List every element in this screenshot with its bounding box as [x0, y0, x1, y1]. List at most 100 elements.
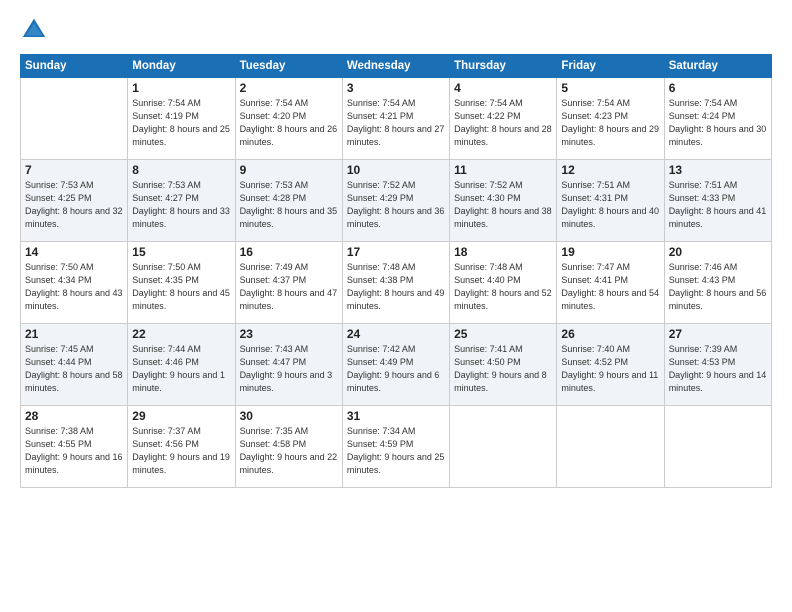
calendar-cell: 1 Sunrise: 7:54 AMSunset: 4:19 PMDaylight… [128, 78, 235, 160]
day-number: 28 [25, 409, 123, 423]
calendar-cell: 2 Sunrise: 7:54 AMSunset: 4:20 PMDaylight… [235, 78, 342, 160]
day-number: 31 [347, 409, 445, 423]
calendar-cell: 22 Sunrise: 7:44 AMSunset: 4:46 PMDayligh… [128, 324, 235, 406]
cell-text: Sunrise: 7:35 AMSunset: 4:58 PMDaylight:… [240, 425, 338, 477]
calendar-cell [557, 406, 664, 488]
cell-text: Sunrise: 7:54 AMSunset: 4:23 PMDaylight:… [561, 97, 659, 149]
day-number: 17 [347, 245, 445, 259]
cell-text: Sunrise: 7:41 AMSunset: 4:50 PMDaylight:… [454, 343, 552, 395]
calendar-cell: 5 Sunrise: 7:54 AMSunset: 4:23 PMDaylight… [557, 78, 664, 160]
page: SundayMondayTuesdayWednesdayThursdayFrid… [0, 0, 792, 612]
calendar-cell: 10 Sunrise: 7:52 AMSunset: 4:29 PMDayligh… [342, 160, 449, 242]
day-number: 6 [669, 81, 767, 95]
calendar-cell: 11 Sunrise: 7:52 AMSunset: 4:30 PMDayligh… [450, 160, 557, 242]
calendar-cell: 9Sunrise: 7:53 AMSunset: 4:28 PMDaylight… [235, 160, 342, 242]
calendar-cell: 18 Sunrise: 7:48 AMSunset: 4:40 PMDayligh… [450, 242, 557, 324]
day-number: 24 [347, 327, 445, 341]
logo-icon [20, 16, 48, 44]
cell-text: Sunrise: 7:50 AMSunset: 4:34 PMDaylight:… [25, 261, 123, 313]
day-number: 11 [454, 163, 552, 177]
calendar-week-row: 14 Sunrise: 7:50 AMSunset: 4:34 PMDayligh… [21, 242, 772, 324]
calendar-header-sunday: Sunday [21, 55, 128, 78]
calendar-cell: 6 Sunrise: 7:54 AMSunset: 4:24 PMDaylight… [664, 78, 771, 160]
cell-text: Sunrise: 7:42 AMSunset: 4:49 PMDaylight:… [347, 343, 445, 395]
cell-text: Sunrise: 7:38 AMSunset: 4:55 PMDaylight:… [25, 425, 123, 477]
cell-text: Sunrise: 7:53 AMSunset: 4:27 PMDaylight:… [132, 179, 230, 231]
calendar-cell: 14 Sunrise: 7:50 AMSunset: 4:34 PMDayligh… [21, 242, 128, 324]
header [20, 16, 772, 44]
calendar-cell: 16 Sunrise: 7:49 AMSunset: 4:37 PMDayligh… [235, 242, 342, 324]
calendar-cell: 12Sunrise: 7:51 AMSunset: 4:31 PMDayligh… [557, 160, 664, 242]
cell-text: Sunrise: 7:37 AMSunset: 4:56 PMDaylight:… [132, 425, 230, 477]
calendar-week-row: 28 Sunrise: 7:38 AMSunset: 4:55 PMDayligh… [21, 406, 772, 488]
day-number: 4 [454, 81, 552, 95]
cell-text: Sunrise: 7:53 AMSunset: 4:25 PMDaylight:… [25, 179, 123, 231]
calendar-cell [664, 406, 771, 488]
cell-text: Sunrise: 7:44 AMSunset: 4:46 PMDaylight:… [132, 343, 230, 395]
cell-text: Sunrise: 7:53 AMSunset: 4:28 PMDaylight:… [240, 179, 338, 231]
cell-text: Sunrise: 7:52 AMSunset: 4:30 PMDaylight:… [454, 179, 552, 231]
cell-text: Sunrise: 7:54 AMSunset: 4:24 PMDaylight:… [669, 97, 767, 149]
calendar-cell: 15 Sunrise: 7:50 AMSunset: 4:35 PMDayligh… [128, 242, 235, 324]
day-number: 26 [561, 327, 659, 341]
calendar-cell: 3 Sunrise: 7:54 AMSunset: 4:21 PMDaylight… [342, 78, 449, 160]
day-number: 3 [347, 81, 445, 95]
day-number: 1 [132, 81, 230, 95]
calendar-cell: 30Sunrise: 7:35 AMSunset: 4:58 PMDayligh… [235, 406, 342, 488]
day-number: 15 [132, 245, 230, 259]
day-number: 5 [561, 81, 659, 95]
logo [20, 16, 52, 44]
calendar-header-monday: Monday [128, 55, 235, 78]
cell-text: Sunrise: 7:51 AMSunset: 4:31 PMDaylight:… [561, 179, 659, 231]
calendar-week-row: 21Sunrise: 7:45 AMSunset: 4:44 PMDayligh… [21, 324, 772, 406]
calendar-cell: 17 Sunrise: 7:48 AMSunset: 4:38 PMDayligh… [342, 242, 449, 324]
cell-text: Sunrise: 7:54 AMSunset: 4:20 PMDaylight:… [240, 97, 338, 149]
cell-text: Sunrise: 7:49 AMSunset: 4:37 PMDaylight:… [240, 261, 338, 313]
day-number: 16 [240, 245, 338, 259]
calendar-cell: 20 Sunrise: 7:46 AMSunset: 4:43 PMDayligh… [664, 242, 771, 324]
day-number: 23 [240, 327, 338, 341]
day-number: 22 [132, 327, 230, 341]
day-number: 29 [132, 409, 230, 423]
day-number: 18 [454, 245, 552, 259]
calendar-header-row: SundayMondayTuesdayWednesdayThursdayFrid… [21, 55, 772, 78]
day-number: 2 [240, 81, 338, 95]
calendar-cell: 24 Sunrise: 7:42 AMSunset: 4:49 PMDayligh… [342, 324, 449, 406]
cell-text: Sunrise: 7:50 AMSunset: 4:35 PMDaylight:… [132, 261, 230, 313]
calendar-cell: 31Sunrise: 7:34 AMSunset: 4:59 PMDayligh… [342, 406, 449, 488]
calendar-cell: 23 Sunrise: 7:43 AMSunset: 4:47 PMDayligh… [235, 324, 342, 406]
calendar-header-wednesday: Wednesday [342, 55, 449, 78]
cell-text: Sunrise: 7:47 AMSunset: 4:41 PMDaylight:… [561, 261, 659, 313]
calendar-header-tuesday: Tuesday [235, 55, 342, 78]
cell-text: Sunrise: 7:54 AMSunset: 4:22 PMDaylight:… [454, 97, 552, 149]
day-number: 27 [669, 327, 767, 341]
day-number: 7 [25, 163, 123, 177]
cell-text: Sunrise: 7:54 AMSunset: 4:19 PMDaylight:… [132, 97, 230, 149]
calendar-cell: 13 Sunrise: 7:51 AMSunset: 4:33 PMDayligh… [664, 160, 771, 242]
day-number: 13 [669, 163, 767, 177]
calendar-cell: 28 Sunrise: 7:38 AMSunset: 4:55 PMDayligh… [21, 406, 128, 488]
day-number: 20 [669, 245, 767, 259]
calendar-cell: 26 Sunrise: 7:40 AMSunset: 4:52 PMDayligh… [557, 324, 664, 406]
calendar-header-saturday: Saturday [664, 55, 771, 78]
cell-text: Sunrise: 7:39 AMSunset: 4:53 PMDaylight:… [669, 343, 767, 395]
calendar-cell [21, 78, 128, 160]
calendar-week-row: 1 Sunrise: 7:54 AMSunset: 4:19 PMDaylight… [21, 78, 772, 160]
cell-text: Sunrise: 7:52 AMSunset: 4:29 PMDaylight:… [347, 179, 445, 231]
day-number: 10 [347, 163, 445, 177]
day-number: 14 [25, 245, 123, 259]
calendar-body: 1 Sunrise: 7:54 AMSunset: 4:19 PMDaylight… [21, 78, 772, 488]
calendar-header-friday: Friday [557, 55, 664, 78]
cell-text: Sunrise: 7:43 AMSunset: 4:47 PMDaylight:… [240, 343, 338, 395]
cell-text: Sunrise: 7:45 AMSunset: 4:44 PMDaylight:… [25, 343, 123, 395]
calendar-cell: 27 Sunrise: 7:39 AMSunset: 4:53 PMDayligh… [664, 324, 771, 406]
cell-text: Sunrise: 7:48 AMSunset: 4:40 PMDaylight:… [454, 261, 552, 313]
day-number: 19 [561, 245, 659, 259]
cell-text: Sunrise: 7:46 AMSunset: 4:43 PMDaylight:… [669, 261, 767, 313]
calendar-cell: 8Sunrise: 7:53 AMSunset: 4:27 PMDaylight… [128, 160, 235, 242]
cell-text: Sunrise: 7:40 AMSunset: 4:52 PMDaylight:… [561, 343, 659, 395]
cell-text: Sunrise: 7:54 AMSunset: 4:21 PMDaylight:… [347, 97, 445, 149]
cell-text: Sunrise: 7:51 AMSunset: 4:33 PMDaylight:… [669, 179, 767, 231]
calendar: SundayMondayTuesdayWednesdayThursdayFrid… [20, 54, 772, 488]
cell-text: Sunrise: 7:48 AMSunset: 4:38 PMDaylight:… [347, 261, 445, 313]
